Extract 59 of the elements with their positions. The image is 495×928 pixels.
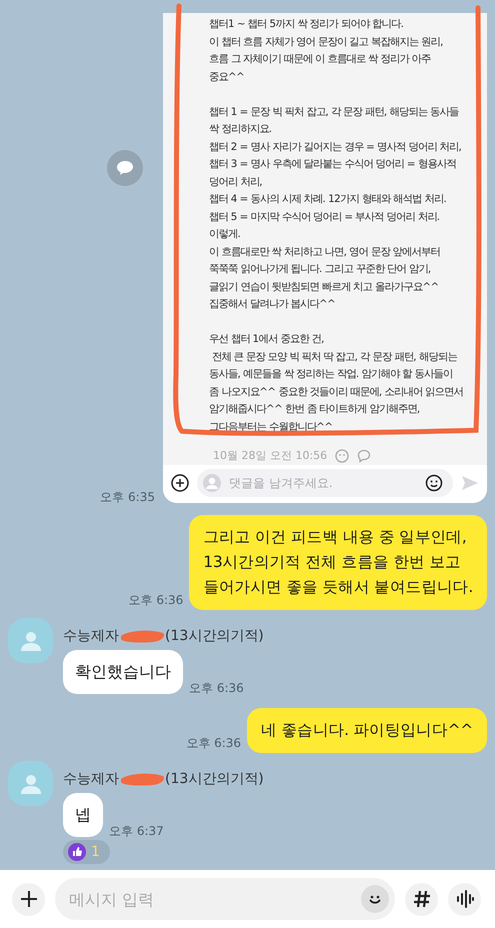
comment-text-line: 싹 정리하지요.: [209, 122, 272, 137]
comment-text-line: 이 챕터 흐름 자체가 영어 문장이 길고 복잡해지는 원리,: [209, 34, 443, 50]
reaction-count: 1: [91, 843, 100, 861]
comment-text-line: 챕터 1 = 문장 빅 픽처 잡고, 각 문장 패턴, 해당되는 동사들: [209, 104, 459, 120]
comment-text-line: 챕터 3 = 명사 우측에 달라붙는 수식어 덩어리 = 형용사적: [209, 157, 456, 172]
comment-text-line: 챕터 4 = 동사의 시제 차례. 12가지 형태와 해석법 처리.: [209, 192, 446, 207]
comment-text-line: 그다음부터는 수월합니다^^: [209, 420, 333, 434]
avatar-icon: [203, 474, 221, 492]
message-time: 오후 6:35: [100, 491, 155, 503]
smiley-icon: [335, 448, 350, 462]
message-bubble: 넵: [63, 793, 103, 837]
message-bubble: 확인했습니다: [63, 650, 183, 694]
sender-name: 수능제자: [63, 627, 119, 645]
comment-text-line: 챕터 5 = 마지막 수식어 덩어리 = 부사적 덩어리 처리.: [209, 210, 440, 224]
comment-field[interactable]: 댓글을 남겨주세요.: [197, 469, 453, 497]
redaction-mark: [119, 771, 165, 787]
reaction-badge[interactable]: 1: [63, 840, 110, 864]
add-icon[interactable]: [171, 474, 189, 492]
share-button[interactable]: [107, 150, 143, 186]
comment-date: 10월 28일 오전 10:56: [213, 448, 328, 463]
emoji-button[interactable]: [361, 885, 389, 913]
comment-text-line: 집중해서 달려나가 봅시다^^: [209, 297, 336, 312]
comment-text-line: 좀 나오지요^^ 중요한 것들이리 때문에, 소리내어 읽으면서: [209, 384, 464, 400]
message-time: 오후 6:36: [128, 594, 184, 606]
comment-text-line: 우선 챕터 1에서 중요한 건,: [209, 332, 324, 347]
redaction-mark: [119, 628, 165, 644]
message-time: 오후 6:36: [186, 737, 242, 749]
sender-name: (13시간의기적): [165, 627, 264, 645]
hashtag-icon: [412, 890, 430, 908]
message-bubble: 그리고 이건 피드백 내용 중 일부인데, 13시간의기적 전체 흐름을 한번 보고 들어가시면 좋을 듯해서 붙여드립니다.: [189, 515, 487, 610]
comment-text-line: 쭉쭉쭉 읽어나가게 됩니다. 그리고 꾸준한 단어 암기,: [209, 262, 431, 277]
thumbs-up-icon: [68, 843, 86, 861]
comment-text-line: 챕터 2 = 명사 자리가 길어지는 경우 = 명사적 덩어리 처리,: [209, 140, 462, 154]
message-bubble: 네 좋습니다. 파이팅입니다^^: [247, 708, 487, 753]
plus-icon: [20, 890, 38, 908]
message-time: 오후 6:37: [109, 825, 164, 837]
chat-icon: [357, 448, 372, 462]
comment-text-line: 이렇게.: [209, 227, 240, 242]
speech-bubble-icon: [116, 160, 134, 176]
comment-text-line: 덩어리 처리,: [209, 174, 262, 190]
add-button[interactable]: [12, 882, 45, 916]
comment-text-line: 챕터1 ~ 챕터 5까지 싹 정리가 되어야 합니다.: [209, 17, 404, 32]
comment-text-line: 전체 큰 문장 모양 빅 픽처 딱 잡고, 각 문장 패턴, 해당되는: [210, 350, 457, 364]
comment-text-line: 흐름 그 자체이기 때문에 이 흐름대로 싹 정리가 아주: [209, 52, 431, 67]
person-icon: [20, 772, 42, 794]
emoji-icon[interactable]: [425, 474, 443, 492]
comment-text-line: 글읽기 연습이 뒷받침되면 빠르게 치고 올라가구요^^: [209, 280, 439, 294]
comment-text-line: 동사들, 예문들을 싹 정리하는 작업. 암기해야 할 동사들이: [209, 367, 452, 382]
person-icon: [20, 630, 42, 652]
hashtag-button[interactable]: [405, 882, 438, 916]
comment-text-line: 암기해줍시다^^ 한번 좀 타이트하게 암기해주면,: [209, 402, 420, 417]
sender-name: (13시간의기적): [165, 770, 264, 788]
comment-text-line: 이 흐름대로만 싹 처리하고 나면, 영어 문장 앞에서부터: [209, 244, 440, 260]
sound-wave-icon: [456, 890, 474, 908]
message-field[interactable]: 메시지 입력: [55, 878, 395, 920]
sender-name: 수능제자: [63, 770, 119, 788]
comment-text-line: 중요^^: [209, 70, 244, 84]
message-time: 오후 6:36: [189, 682, 244, 694]
voice-button[interactable]: [448, 882, 481, 916]
